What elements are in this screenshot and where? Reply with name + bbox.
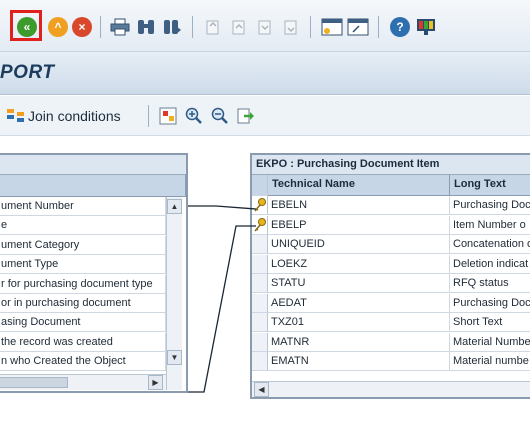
help-button[interactable]: ? xyxy=(388,15,412,39)
find-button[interactable] xyxy=(134,15,158,39)
find-next-icon xyxy=(164,20,181,34)
page-title: PORT xyxy=(0,62,55,83)
first-page-icon xyxy=(206,20,219,35)
next-page-icon xyxy=(258,20,271,35)
find-next-button[interactable] xyxy=(160,15,184,39)
export-icon xyxy=(237,108,254,124)
first-page-button[interactable] xyxy=(200,15,224,39)
exit-icon: ^ xyxy=(48,17,68,37)
exit-button[interactable]: ^ xyxy=(46,15,70,39)
back-icon: « xyxy=(17,17,37,37)
export-button[interactable] xyxy=(234,104,258,128)
print-icon xyxy=(110,18,130,36)
back-button[interactable]: « xyxy=(15,15,39,39)
zoom-in-icon xyxy=(185,107,202,124)
find-icon xyxy=(138,20,154,34)
last-page-button[interactable] xyxy=(278,15,302,39)
system-toolbar: « ^ × ? xyxy=(0,0,530,52)
zoom-out-icon xyxy=(211,107,228,124)
join-conditions-icon xyxy=(7,109,24,122)
create-session-button[interactable] xyxy=(320,15,344,39)
print-button[interactable] xyxy=(108,15,132,39)
application-toolbar: Join conditions xyxy=(0,96,530,136)
layout-button[interactable] xyxy=(156,104,180,128)
customize-layout-icon xyxy=(417,19,435,35)
layout-icon xyxy=(159,107,177,125)
previous-page-icon xyxy=(232,20,245,35)
zoom-in-button[interactable] xyxy=(182,104,206,128)
last-page-icon xyxy=(284,20,297,35)
join-conditions-button[interactable]: Join conditions xyxy=(6,105,121,127)
cancel-button[interactable]: × xyxy=(70,15,94,39)
next-page-button[interactable] xyxy=(252,15,276,39)
help-icon: ? xyxy=(390,17,410,37)
join-canvas: ument Number e ument Category ument Type r f… xyxy=(0,136,530,442)
join-conditions-label: Join conditions xyxy=(28,108,121,124)
join-line-ebelp xyxy=(188,225,256,393)
cancel-icon: × xyxy=(72,17,92,37)
previous-page-button[interactable] xyxy=(226,15,250,39)
title-bar: PORT xyxy=(0,52,530,95)
shortcut-icon xyxy=(347,18,369,36)
shortcut-button[interactable] xyxy=(346,15,370,39)
join-line-ebeln xyxy=(188,205,257,210)
join-lines xyxy=(188,205,257,393)
create-session-icon xyxy=(321,18,343,36)
customize-layout-button[interactable] xyxy=(414,15,438,39)
zoom-out-button[interactable] xyxy=(208,104,232,128)
